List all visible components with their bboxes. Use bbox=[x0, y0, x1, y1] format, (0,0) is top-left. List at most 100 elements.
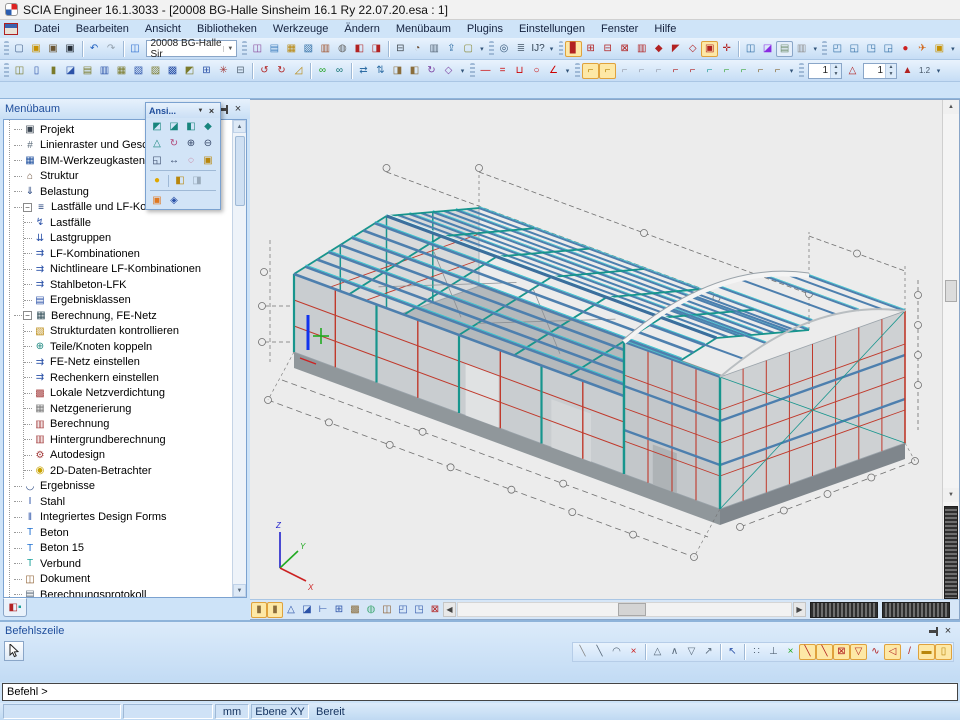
tree-item-hintergrundberechnung[interactable]: ▥Hintergrundberechnung bbox=[24, 432, 232, 448]
draw-double-line-icon[interactable]: = bbox=[494, 63, 511, 79]
load-display-icon[interactable]: ⊢ bbox=[315, 602, 331, 618]
tree-item-lf-kombinationen[interactable]: ⇉LF-Kombinationen bbox=[24, 246, 232, 262]
scroll-left-icon[interactable]: ◀ bbox=[443, 602, 456, 617]
rotate-elements-icon[interactable]: ↻ bbox=[423, 63, 440, 79]
view-point-icon[interactable]: △ bbox=[149, 136, 165, 151]
snap-endpoint-icon[interactable]: △ bbox=[649, 644, 666, 660]
export-document-icon[interactable]: ⇪ bbox=[443, 41, 460, 57]
calculator-icon[interactable]: ▥ bbox=[426, 41, 443, 57]
tree-item-ergebnisklassen[interactable]: ▤Ergebnisklassen bbox=[24, 293, 232, 309]
window-grip-1[interactable] bbox=[810, 602, 878, 618]
spinner-down-icon[interactable]: ▼ bbox=[831, 71, 841, 78]
connect-members-icon[interactable]: ∞ bbox=[314, 63, 331, 79]
label-load-icon[interactable]: ◪ bbox=[62, 63, 79, 79]
status-plane[interactable]: Ebene XY bbox=[251, 704, 309, 719]
camera-restore-icon[interactable]: ◨ bbox=[189, 173, 205, 188]
window-grip-vertical[interactable] bbox=[944, 506, 958, 599]
view-diagram-icon[interactable]: ◪ bbox=[299, 602, 315, 618]
scroll-up-icon[interactable]: ▲ bbox=[943, 100, 959, 114]
toolbar-grip[interactable] bbox=[4, 63, 9, 79]
snap-to-grid-icon[interactable]: × bbox=[782, 644, 799, 660]
display-scale-spinner[interactable]: 1 ▲▼ bbox=[863, 63, 897, 79]
spinner-up-icon[interactable]: ▲ bbox=[831, 64, 841, 71]
clipboard-view-2-icon[interactable]: ▮ bbox=[267, 602, 283, 618]
snap-orthogonal-icon[interactable]: ▽ bbox=[850, 644, 867, 660]
model-viewport[interactable]: ZYX ▲ ▼ ▮▮△◪⊢⊞▩◍◫◰◳⊠ ◀ ▶ bbox=[250, 99, 960, 620]
tree-item-integriertes-design-forms[interactable]: ‖Integriertes Design Forms bbox=[14, 510, 232, 526]
active-project-combo[interactable]: 20008 BG-Halle Sir ▼ bbox=[146, 40, 237, 57]
tree-item-verbund[interactable]: TVerbund bbox=[14, 556, 232, 572]
snap-length-icon[interactable]: ▬ bbox=[918, 644, 935, 660]
label-dimension-icon[interactable]: ▥ bbox=[96, 63, 113, 79]
tree-expander-icon[interactable]: − bbox=[23, 311, 32, 320]
mirror-icon[interactable]: ◧ bbox=[406, 63, 423, 79]
snap-tangent-icon[interactable]: ↗ bbox=[700, 644, 717, 660]
snap-endpoints-nodes-icon[interactable]: ╲ bbox=[816, 644, 833, 660]
tree-item-2d-daten-betrachter[interactable]: ◉2D-Daten-Betrachter bbox=[24, 463, 232, 479]
label-mesh-icon[interactable]: ⊞ bbox=[198, 63, 215, 79]
model-draw-icon[interactable]: ⌐ bbox=[684, 63, 701, 79]
clipboard-icon[interactable]: ▥ bbox=[317, 41, 334, 57]
menu-plugins[interactable]: Plugins bbox=[459, 22, 511, 36]
toolbar-overflow-button[interactable]: ▾ bbox=[933, 63, 944, 79]
window-split-icon[interactable]: ◱ bbox=[846, 41, 863, 57]
import-document-icon[interactable]: ▢ bbox=[460, 41, 477, 57]
deformed-view-icon[interactable]: ⌐ bbox=[701, 63, 718, 79]
copy-nodes-icon[interactable]: ⇅ bbox=[372, 63, 389, 79]
activity-on-icon[interactable]: ▤ bbox=[776, 41, 793, 57]
draw-segment-icon[interactable]: ╲ bbox=[574, 644, 591, 660]
zoom-in-icon[interactable]: ⊕ bbox=[183, 136, 199, 151]
grid-snap-settings-icon[interactable]: ⊠ bbox=[427, 602, 443, 618]
modify-curve-icon[interactable]: ↻ bbox=[273, 63, 290, 79]
clipboard-view-1-icon[interactable]: ▮ bbox=[251, 602, 267, 618]
scale-elements-icon[interactable]: ◇ bbox=[440, 63, 457, 79]
scroll-up-icon[interactable]: ▲ bbox=[233, 120, 246, 133]
toolbar-overflow-button[interactable]: ▾ bbox=[810, 41, 820, 57]
toolbar-overflow-button[interactable]: ▾ bbox=[562, 63, 573, 79]
snap-midpoint-icon[interactable]: ∧ bbox=[666, 644, 683, 660]
cancel-draw-icon[interactable]: × bbox=[625, 644, 642, 660]
select-by-cursor-icon[interactable]: ◤ bbox=[667, 41, 684, 57]
view-x-icon[interactable]: ◩ bbox=[149, 119, 165, 134]
toolbar-grip[interactable] bbox=[470, 63, 475, 79]
zoom-window-icon[interactable]: ◱ bbox=[149, 153, 165, 168]
numbers-scale-icon[interactable]: 1.2 bbox=[916, 63, 933, 79]
tree-item-nichtlineare-lf-kombinationen[interactable]: ⇉Nichtlineare LF-Kombinationen bbox=[24, 262, 232, 278]
print-preview-icon[interactable]: ◔ bbox=[409, 41, 426, 57]
tree-item-berechnung-fe-netz[interactable]: −▦Berechnung, FE-Netz bbox=[14, 308, 232, 324]
disconnect-members-icon[interactable]: ∞ bbox=[331, 63, 348, 79]
model-3d-view[interactable]: ZYX bbox=[250, 100, 938, 600]
tree-item-beton[interactable]: TBeton bbox=[14, 525, 232, 541]
label-profile-icon[interactable]: ◩ bbox=[181, 63, 198, 79]
select-previous-icon[interactable]: ◆ bbox=[650, 41, 667, 57]
tree-item-lastgruppen[interactable]: ⇊Lastgruppen bbox=[24, 231, 232, 247]
tree-scrollbar[interactable]: ▲ ▼ bbox=[232, 120, 246, 597]
scrollbar-thumb[interactable] bbox=[945, 280, 957, 302]
menu-bearbeiten[interactable]: Bearbeiten bbox=[68, 22, 137, 36]
snap-polygon-icon[interactable]: ▽ bbox=[683, 644, 700, 660]
scroll-down-icon[interactable]: ▼ bbox=[943, 488, 959, 502]
view-z-icon[interactable]: ◧ bbox=[183, 119, 199, 134]
regenerate-icon[interactable]: ✈ bbox=[914, 41, 931, 57]
viewport-vertical-scrollbar[interactable]: ▲ ▼ bbox=[942, 100, 959, 599]
section-view-icon[interactable]: ⌐ bbox=[650, 63, 667, 79]
toolbar-overflow-button[interactable]: ▾ bbox=[457, 63, 468, 79]
tree-item-netzgenerierung[interactable]: ▦Netzgenerierung bbox=[24, 401, 232, 417]
draw-circle-icon[interactable]: ○ bbox=[528, 63, 545, 79]
axonometry-icon[interactable]: △ bbox=[283, 602, 299, 618]
status-units[interactable]: mm bbox=[215, 704, 249, 719]
menu-einstellungen[interactable]: Einstellungen bbox=[511, 22, 593, 36]
toolbar-overflow-button[interactable]: ▾ bbox=[547, 41, 557, 57]
cursor-mode-button[interactable] bbox=[4, 641, 24, 661]
coordinate-info-icon[interactable]: ▣ bbox=[149, 193, 165, 208]
viewport-horizontal-scrollbar[interactable] bbox=[457, 602, 792, 617]
scroll-down-icon[interactable]: ▼ bbox=[233, 584, 246, 597]
perspective-view-icon[interactable]: ◈ bbox=[166, 193, 182, 208]
select-all-icon[interactable]: ▥ bbox=[633, 41, 650, 57]
zoom-all-icon[interactable]: ↔ bbox=[166, 153, 182, 168]
draw-arc-icon[interactable]: ◠ bbox=[608, 644, 625, 660]
menu-ndern[interactable]: Ändern bbox=[336, 22, 387, 36]
menu-menbaum[interactable]: Menübaum bbox=[388, 22, 459, 36]
bitmap-gallery-icon[interactable]: ◍ bbox=[334, 41, 351, 57]
document-window-icon[interactable] bbox=[4, 23, 18, 35]
